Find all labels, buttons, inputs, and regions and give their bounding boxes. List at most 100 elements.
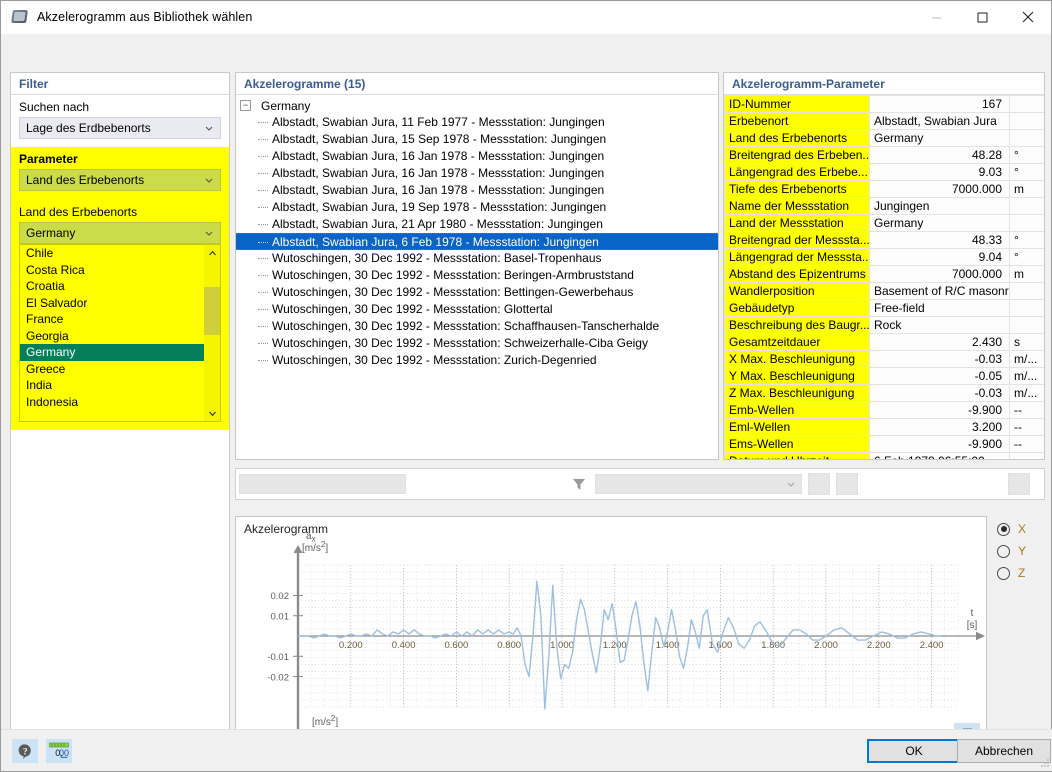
minimize-button[interactable] [913, 1, 959, 33]
table-row[interactable]: Datum und Uhrzeit6 Feb 1978 06:55:00 [724, 452, 1044, 459]
parameter-value[interactable]: 6 Feb 1978 06:55:00 [869, 452, 1010, 459]
list-item[interactable]: Croatia [20, 278, 204, 295]
parameter-value[interactable]: Germany [869, 129, 1010, 147]
parameter-value[interactable]: Free-field [869, 299, 1010, 317]
parameter-value[interactable]: -0.03 [869, 384, 1010, 402]
parameter-value[interactable]: 3.200 [869, 418, 1010, 436]
parameter-value[interactable]: Germany [869, 214, 1010, 232]
radio-icon[interactable] [997, 544, 1010, 558]
tree-item[interactable]: Wutoschingen, 30 Dec 1992 - Messstation:… [236, 284, 718, 301]
parameter-value[interactable]: 7000.000 [869, 180, 1010, 198]
table-row[interactable]: Land des Erbebenorts Germany [724, 129, 1044, 147]
table-row[interactable]: Breitengrad des Erbeben... 48.28 ° [724, 146, 1044, 164]
parameter-value[interactable]: 48.28 [869, 146, 1010, 164]
tree-item[interactable]: Albstadt, Swabian Jura, 19 Sep 1978 - Me… [236, 199, 718, 216]
tree-item[interactable]: Wutoschingen, 30 Dec 1992 - Messstation:… [236, 318, 718, 335]
parameter-value[interactable]: 48.33 [869, 231, 1010, 249]
tree-item[interactable]: Albstadt, Swabian Jura, 6 Feb 1978 - Mes… [236, 233, 718, 250]
search-by-select[interactable]: Lage des Erdbebenorts [19, 117, 221, 139]
parameter-value[interactable]: Basement of R/C masonr... [869, 282, 1010, 300]
table-row[interactable]: Ems-Wellen -9.900 -- [724, 435, 1044, 453]
list-item[interactable]: Georgia [20, 328, 204, 345]
scroll-down-icon[interactable] [204, 405, 220, 421]
tree-root-node[interactable]: − Germany [236, 97, 718, 114]
parameter-value[interactable]: 9.03 [869, 163, 1010, 181]
tree-item[interactable]: Albstadt, Swabian Jura, 16 Jan 1978 - Me… [236, 148, 718, 165]
close-button[interactable] [1005, 1, 1051, 33]
parameter-value[interactable]: 7000.000 [869, 265, 1010, 283]
table-row[interactable]: Gebäudetyp Free-field [724, 299, 1044, 317]
table-row[interactable]: Beschreibung des Baugr... Rock [724, 316, 1044, 334]
table-row[interactable]: Name der Messstation Jungingen [724, 197, 1044, 215]
list-item[interactable]: Chile [20, 245, 204, 262]
table-row[interactable]: Erbebenort Albstadt, Swabian Jura [724, 112, 1044, 130]
funnel-icon[interactable] [566, 471, 592, 497]
list-item[interactable]: Costa Rica [20, 262, 204, 279]
table-row[interactable]: Gesamtzeitdauer 2.430 s [724, 333, 1044, 351]
table-row[interactable]: Land der Messstation Germany [724, 214, 1044, 232]
country-option-list[interactable]: Chile Costa Rica Croatia El Salvador France G… [19, 244, 221, 422]
tree-item[interactable]: Albstadt, Swabian Jura, 21 Apr 1980 - Me… [236, 216, 718, 233]
parameter-value[interactable]: Albstadt, Swabian Jura [869, 112, 1010, 130]
axis-radio-z[interactable]: Z [997, 562, 1047, 584]
table-row[interactable]: Tiefe des Erbebenorts 7000.000 m [724, 180, 1044, 198]
ok-button[interactable]: OK [867, 739, 961, 763]
help-question-icon[interactable]: ? [12, 739, 38, 763]
collapse-icon[interactable]: − [240, 100, 251, 111]
tree-item[interactable]: Wutoschingen, 30 Dec 1992 - Messstation:… [236, 267, 718, 284]
decimal-places-icon[interactable]: 0, 00 [46, 739, 72, 763]
radio-icon[interactable] [997, 566, 1010, 580]
list-item[interactable]: Indonesia [20, 394, 204, 411]
list-item[interactable]: Germany [20, 344, 204, 361]
scrollbar-thumb[interactable] [204, 287, 220, 335]
country-select[interactable]: Germany [19, 222, 221, 244]
scroll-up-icon[interactable] [204, 245, 220, 261]
list-item[interactable]: Greece [20, 361, 204, 378]
accelerogram-tree[interactable]: − Germany Albstadt, Swabian Jura, 11 Feb… [236, 95, 718, 369]
cancel-button[interactable]: Abbrechen [957, 739, 1051, 763]
table-row[interactable]: ID-Nummer 167 [724, 95, 1044, 113]
parameter-value[interactable]: 9.04 [869, 248, 1010, 266]
table-row[interactable]: Eml-Wellen 3.200 -- [724, 418, 1044, 436]
parameter-select[interactable]: Land des Erbebenorts [19, 169, 221, 191]
parameter-value[interactable]: -9.900 [869, 401, 1010, 419]
parameter-value[interactable]: 167 [869, 95, 1010, 113]
tree-item[interactable]: Wutoschingen, 30 Dec 1992 - Messstation:… [236, 250, 718, 267]
tree-item[interactable]: Wutoschingen, 30 Dec 1992 - Messstation:… [236, 335, 718, 352]
parameter-value[interactable]: -0.03 [869, 350, 1010, 368]
toolbar-text-field[interactable] [239, 474, 406, 494]
table-row[interactable]: Z Max. Beschleunigung -0.03 m/... [724, 384, 1044, 402]
list-item[interactable]: El Salvador [20, 295, 204, 312]
table-row[interactable]: Längengrad der Messsta... 9.04 ° [724, 248, 1044, 266]
parameter-value[interactable]: Jungingen [869, 197, 1010, 215]
country-list-scrollbar[interactable] [204, 245, 220, 421]
tree-item[interactable]: Albstadt, Swabian Jura, 16 Jan 1978 - Me… [236, 165, 718, 182]
list-item[interactable]: France [20, 311, 204, 328]
parameter-value[interactable]: -0.05 [869, 367, 1010, 385]
table-row[interactable]: Abstand des Epizentrums 7000.000 m [724, 265, 1044, 283]
list-item[interactable]: India [20, 377, 204, 394]
table-row[interactable]: Breitengrad der Messsta... 48.33 ° [724, 231, 1044, 249]
toolbar-button-1[interactable] [808, 473, 830, 495]
table-row[interactable]: Wandlerposition Basement of R/C masonr... [724, 282, 1044, 300]
table-row[interactable]: X Max. Beschleunigung -0.03 m/... [724, 350, 1044, 368]
resize-grip[interactable] [1038, 756, 1050, 768]
tree-item[interactable]: Albstadt, Swabian Jura, 16 Jan 1978 - Me… [236, 182, 718, 199]
parameter-value[interactable]: -9.900 [869, 435, 1010, 453]
tree-item[interactable]: Wutoschingen, 30 Dec 1992 - Messstation:… [236, 352, 718, 369]
tree-item[interactable]: Albstadt, Swabian Jura, 11 Feb 1977 - Me… [236, 114, 718, 131]
maximize-button[interactable] [959, 1, 1005, 33]
toolbar-select[interactable] [595, 474, 802, 494]
parameter-value[interactable]: 2.430 [869, 333, 1010, 351]
toolbar-button-2[interactable] [836, 473, 858, 495]
table-row[interactable]: Emb-Wellen -9.900 -- [724, 401, 1044, 419]
table-row[interactable]: Y Max. Beschleunigung -0.05 m/... [724, 367, 1044, 385]
parameter-value[interactable]: Rock [869, 316, 1010, 334]
axis-radio-x[interactable]: X [997, 518, 1047, 540]
toolbar-button-3[interactable] [1008, 473, 1030, 495]
table-row[interactable]: Längengrad des Erbebe... 9.03 ° [724, 163, 1044, 181]
tree-item[interactable]: Wutoschingen, 30 Dec 1992 - Messstation:… [236, 301, 718, 318]
axis-radio-group[interactable]: XYZ [997, 518, 1047, 588]
radio-icon[interactable] [997, 522, 1010, 536]
axis-radio-y[interactable]: Y [997, 540, 1047, 562]
